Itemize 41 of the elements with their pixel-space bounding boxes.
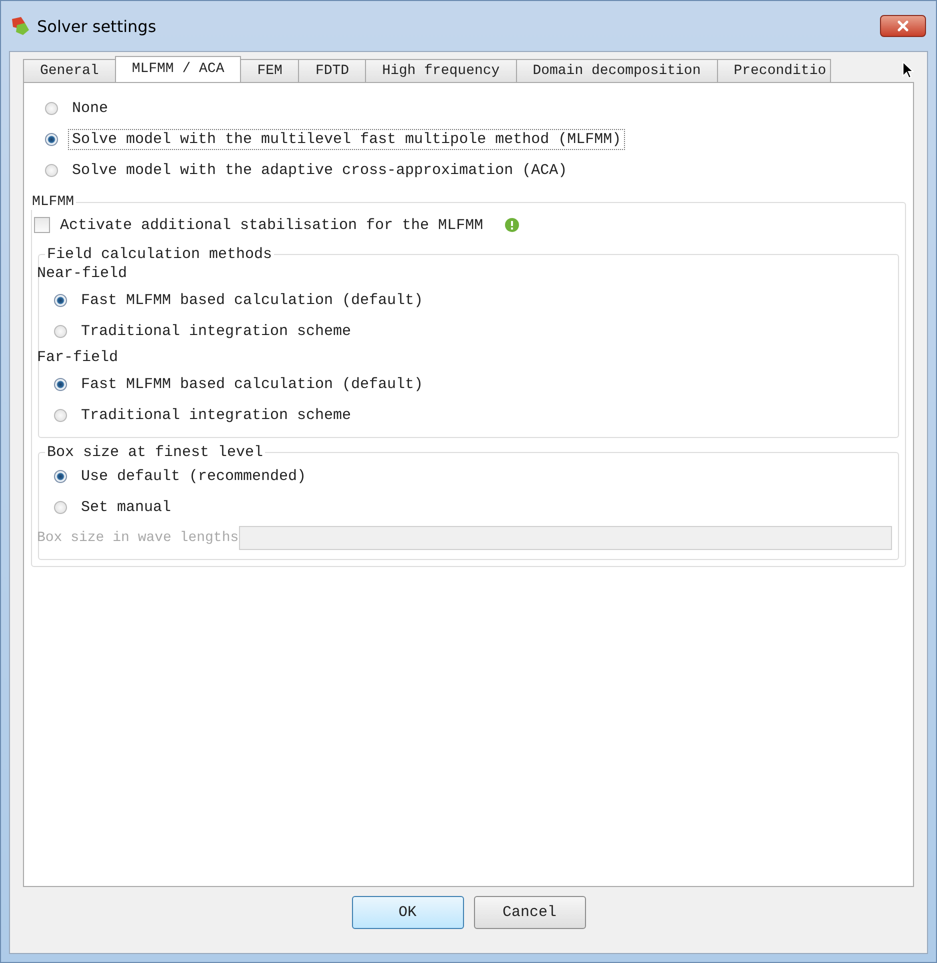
option-label: Solve model with the adaptive cross-approximation (ACA) — [71, 161, 568, 181]
option-label: Traditional integration scheme — [80, 322, 352, 342]
mouse-pointer-icon — [902, 61, 914, 79]
app-logo-icon — [9, 15, 31, 37]
option-label: Fast MLFMM based calculation (default) — [80, 291, 424, 311]
ok-button[interactable]: OK — [352, 896, 464, 929]
tab[interactable]: FDTD — [298, 59, 366, 82]
tab[interactable]: FEM — [240, 59, 300, 82]
tab[interactable]: General — [23, 59, 116, 82]
tab[interactable]: MLFMM / ACA — [114, 56, 242, 82]
radio-button[interactable] — [54, 378, 67, 391]
tab[interactable]: Domain decomposition — [516, 59, 718, 82]
radio-button[interactable] — [45, 164, 58, 177]
option-label: Solve model with the multilevel fast multipole method (MLFMM) — [68, 129, 626, 150]
option-label: None — [71, 99, 110, 119]
field-label: Box size in wave lengths — [37, 530, 239, 546]
option-label: Use default (recommended) — [80, 467, 308, 487]
checkbox[interactable] — [34, 217, 50, 233]
group-title: MLFMM — [31, 194, 76, 210]
tab[interactable]: High frequency — [365, 59, 517, 82]
radio-button[interactable] — [54, 501, 67, 514]
section-label: Near-field — [37, 264, 128, 284]
section-label: Far-field — [37, 348, 120, 368]
help-icon[interactable] — [505, 218, 520, 232]
radio-button[interactable] — [54, 470, 67, 483]
radio-button[interactable] — [54, 409, 67, 422]
radio-button[interactable] — [54, 294, 67, 307]
window-title: Solver settings — [37, 16, 158, 36]
option-label: Set manual — [80, 498, 172, 518]
group-title: Box size at finest level — [46, 444, 264, 461]
cancel-button[interactable]: Cancel — [474, 896, 586, 929]
tab[interactable]: Preconditio — [716, 59, 832, 82]
close-icon — [897, 20, 909, 32]
option-label: Traditional integration scheme — [80, 406, 352, 426]
option-label: Fast MLFMM based calculation (default) — [80, 375, 424, 395]
radio-button[interactable] — [45, 102, 58, 115]
group-title: Field calculation methods — [46, 246, 274, 263]
radio-button[interactable] — [54, 325, 67, 338]
close-button[interactable] — [880, 15, 926, 37]
radio-button[interactable] — [45, 133, 58, 146]
checkbox-label: Activate additional stabilisation for the MLFMM — [60, 216, 484, 234]
